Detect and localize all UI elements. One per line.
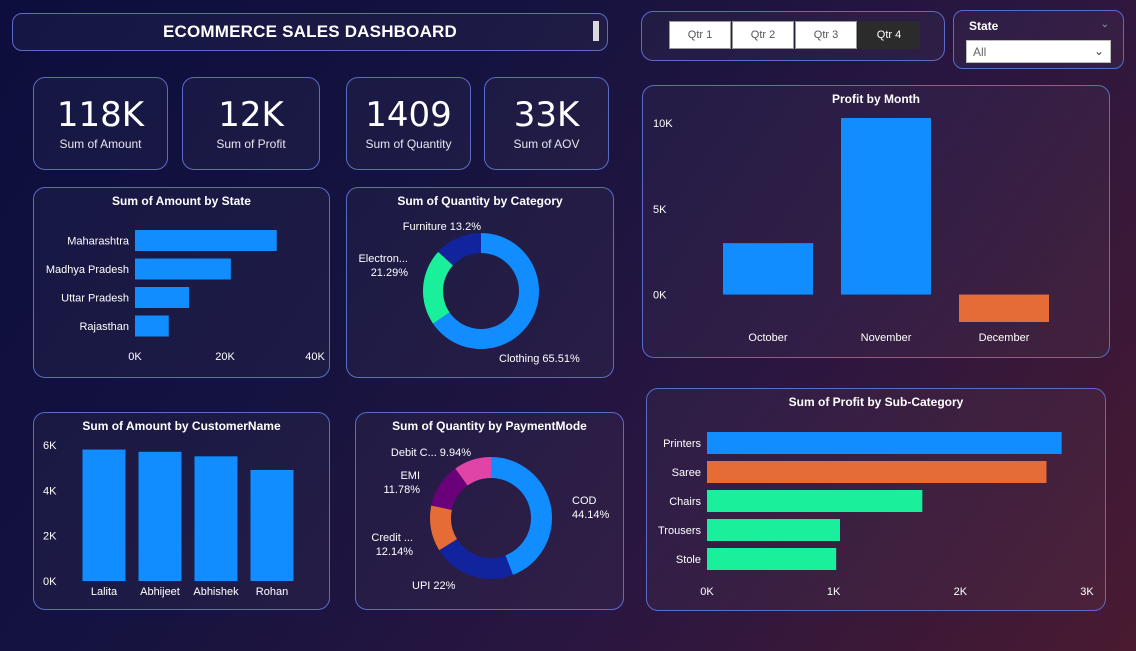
tick-label: 40K [305,351,325,363]
kpi-card-aov[interactable]: 33K Sum of AOV [484,77,609,170]
bar [707,519,840,541]
tick-label: 1K [827,586,841,598]
quarter-slicer: Qtr 1 Qtr 2 Qtr 3 Qtr 4 [641,11,945,61]
chart-svg: Printers Saree Chairs Trousers Stole 0K 1K 2K 3K [658,432,1094,598]
state-slicer: State ⌄ All ⌄ [953,10,1124,69]
slice-label: Clothing 65.51% [499,353,580,365]
tick-label: 5K [653,204,667,216]
collapse-chevron-icon[interactable]: ⌄ [1101,19,1109,30]
bar [723,243,813,295]
slice-value-label: 44.14% [572,509,610,521]
chart-quantity-by-category[interactable]: Sum of Quantity by Category Clothing 65.… [346,187,614,378]
slice-label: UPI 22% [412,580,456,592]
slice-value-label: 11.78% [384,484,421,496]
chart-svg: Maharashtra Madhya Pradesh Uttar Pradesh Ra… [46,230,325,363]
tick-label: 0K [43,576,57,588]
tick-label: 2K [43,531,57,543]
tick-label: 10K [653,118,673,130]
qtr-3-button[interactable]: Qtr 3 [795,21,857,49]
page-title: ECOMMERCE SALES DASHBOARD [162,22,458,41]
bar [135,258,231,280]
chart-amount-by-state[interactable]: Sum of Amount by State Maharashtra Madhya… [33,187,330,378]
donut-slice [423,251,453,324]
tick-label: 3K [1080,586,1094,598]
kpi-card-amount[interactable]: 118K Sum of Amount [33,77,168,170]
category-label: Chairs [669,496,701,508]
bar [250,469,294,581]
bar [707,432,1062,454]
bar [707,548,837,570]
category-label: Abhijeet [140,586,180,598]
chart-quantity-by-payment[interactable]: Sum of Quantity by PaymentMode COD 44.14%… [355,412,624,610]
slice-label: Credit ... [371,532,413,544]
category-label: Saree [672,467,701,479]
category-label: Madhya Pradesh [46,264,129,276]
kpi-value: 118K [56,95,145,135]
bar [194,456,238,581]
bar [135,315,169,337]
bar [82,449,126,581]
bar [707,490,923,512]
bar [841,118,931,295]
category-label: Printers [663,438,701,450]
kpi-value: 1409 [365,95,452,135]
chart-profit-by-month[interactable]: Profit by Month October November December 0… [642,85,1110,358]
qtr-1-button[interactable]: Qtr 1 [669,21,731,49]
tick-label: 4K [43,485,57,497]
category-label: Abhishek [193,586,239,598]
slice-label: COD [572,495,597,507]
tick-label: 0K [128,351,142,363]
qtr-2-button[interactable]: Qtr 2 [732,21,794,49]
category-label: October [748,332,787,344]
category-label: November [861,332,912,344]
tick-label: 20K [215,351,235,363]
category-label: Trousers [658,525,701,537]
bar [135,230,277,251]
chevron-down-icon: ⌄ [1093,44,1104,58]
category-label: Rajasthan [79,321,129,333]
category-label: December [979,332,1030,344]
category-label: Stole [676,554,701,566]
tick-label: 0K [653,290,667,302]
kpi-value: 33K [513,95,580,135]
kpi-label: Sum of Quantity [365,137,452,151]
slice-value-label: 21.29% [371,267,409,279]
scroll-thumb[interactable] [593,21,599,41]
chart-profit-by-subcategory[interactable]: Sum of Profit by Sub-Category Printers Sa… [646,388,1106,611]
dashboard-title-banner: ECOMMERCE SALES DASHBOARD [12,13,608,51]
kpi-value: 12K [218,95,284,135]
chart-svg: COD 44.14% UPI 22% Credit ... 12.14% EMI 11.78… [371,447,610,592]
state-slicer-label: State [969,19,999,33]
kpi-label: Sum of AOV [513,137,580,151]
bar [959,294,1049,322]
kpi-card-quantity[interactable]: 1409 Sum of Quantity [346,77,471,170]
kpi-label: Sum of Amount [59,137,142,151]
category-label: Uttar Pradesh [61,293,129,305]
chart-svg: October November December 0K 5K 10K [653,118,1049,344]
slice-label: EMI [400,470,420,482]
category-label: Maharashtra [67,236,130,248]
bar [707,461,1047,483]
chart-svg: Lalita Abhijeet Abhishek Rohan 0K 2K 4K 6K [43,440,294,598]
state-dropdown-value: All [973,44,987,59]
kpi-label: Sum of Profit [216,137,286,151]
slice-label: Electron... [358,253,408,265]
kpi-card-profit[interactable]: 12K Sum of Profit [182,77,320,170]
qtr-4-button[interactable]: Qtr 4 [858,21,920,49]
slice-label: Furniture 13.2% [403,221,481,233]
category-label: Lalita [91,586,118,598]
slice-value-label: 12.14% [376,546,414,558]
bar [138,451,182,581]
slice-label: Debit C... 9.94% [391,447,471,459]
bar [135,287,189,308]
tick-label: 6K [43,440,57,452]
state-dropdown[interactable]: All ⌄ [966,40,1111,63]
donut-slice [439,539,513,579]
tick-label: 0K [700,586,714,598]
category-label: Rohan [256,586,288,598]
chart-amount-by-customer[interactable]: Sum of Amount by CustomerName Lalita Abhi… [33,412,330,610]
tick-label: 2K [954,586,968,598]
chart-svg: Clothing 65.51% Electron... 21.29% Furnitur… [358,221,580,365]
